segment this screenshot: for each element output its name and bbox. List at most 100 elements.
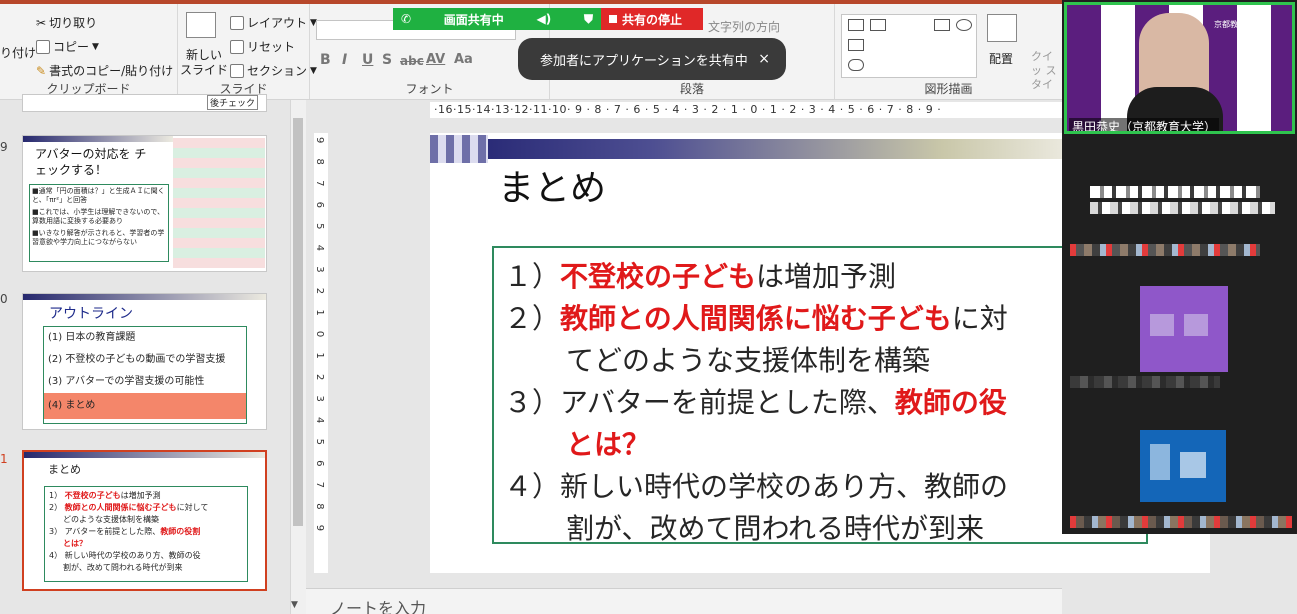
list-number: １） [504,260,561,293]
char-spacing-button[interactable]: AV [426,52,445,67]
slide-thumbnail-8[interactable]: 後チェック [22,94,267,112]
thumb9-bullet: ■通常「円の面積は？」と生成ＡＩに聞くと、「πr²」と回答 [32,187,165,204]
blurred-participant-name [1090,186,1260,198]
layout-label: レイアウト [247,16,308,30]
thumb11-red-text: 教師の役割 [160,527,201,536]
copy-label: コピー [53,40,90,54]
paste-label: り付け [0,46,37,60]
share-notification: 参加者にアプリケーションを共有中 × [518,38,786,80]
phone-icon[interactable]: ✆ [401,12,411,26]
oval-shape-icon[interactable] [956,19,972,31]
arrange-label: 配置 [989,52,1014,66]
participant-video-panel: 京都教育大学 黒田恭史（京都教育大学） [1062,0,1297,534]
drawing-label: 図形描画 [924,82,973,96]
reset-icon [230,39,244,54]
vertical-ruler: 9 8 7 6 5 4 3 2 1 0 1 2 3 4 5 6 7 8 9 [314,133,328,573]
vertical-textbox-shape-icon[interactable] [870,19,886,31]
shadow-button[interactable]: S [382,52,392,68]
outline-item: (3) アバターでの学習支援の可能性 [48,376,205,387]
blurred-participant-label [1070,376,1220,388]
format-painter-label: 書式のコピー/貼り付け [49,64,174,78]
chevron-down-icon: ▼ [92,41,99,52]
slide-content-box[interactable]: １）不登校の子どもは増加予測 ２）教師との人間関係に悩む子どもに対 てどのような… [492,246,1148,545]
active-speaker-video[interactable]: 京都教育大学 黒田恭史（京都教育大学） [1064,2,1295,134]
slide-number-9: 9 [0,140,8,154]
thumb11-text: どのような支援体制を構築 [63,515,159,524]
rounded-rect-shape-icon[interactable] [848,39,864,51]
freeform-shape-icon[interactable] [848,59,864,71]
layout-icon [230,15,244,30]
thumb9-body: ■通常「円の面積は？」と生成ＡＩに聞くと、「πr²」と回答 ■これでは、小学生は… [29,184,169,262]
avatar-pixel [1180,452,1206,478]
underline-button[interactable]: U [362,52,373,68]
section-button[interactable]: セクション ▼ [230,62,317,79]
copy-button[interactable]: コピー ▼ [36,38,99,55]
font-label: フォント [405,82,454,96]
section-icon [230,63,244,78]
scissors-icon: ✂ [36,15,47,30]
slide-gradient-bar [430,139,1070,159]
stop-share-button[interactable]: 共有の停止 [601,8,703,30]
list-number: ２） [504,302,561,335]
thumb-gradient-bar [24,452,265,458]
paragraph-label: 段落 [679,82,704,96]
thumb11-red-text: 教師との人間関係に悩む子ども [64,503,177,512]
new-slide-button[interactable]: 新しい スライド [180,48,228,78]
emphasis-text: 教師の役 [894,386,1007,419]
notes-placeholder[interactable]: ノートを入力 [306,589,1062,614]
thumb11-text: 2） [49,503,65,512]
reset-button[interactable]: リセット [230,38,295,55]
rectangle-shape-icon[interactable] [934,19,950,31]
outline-item-highlighted: (4) まとめ [44,393,246,419]
thumb11-text: に対して [176,503,209,512]
thumb11-text: 3） アバターを前提とした際、 [49,527,161,536]
bold-button[interactable]: B [320,52,331,68]
shield-icon: ⛊ [583,11,593,26]
layout-button[interactable]: レイアウト ▼ [230,14,317,31]
thumb10-outline-box: (1) 日本の教育課題 (2) 不登校の子どもの動画での学習支援 (3) アバタ… [43,326,247,424]
share-status[interactable]: ✆ 画面共有中 ◀) ⛊ [393,8,601,30]
mic-icon[interactable]: ◀) [537,12,552,26]
thumb11-text: 割が、改めて問われる時代が到来 [63,563,183,572]
change-case-button[interactable]: Aa [454,52,473,67]
vertical-ruler-ticks: 9 8 7 6 5 4 3 2 1 0 1 2 3 4 5 6 7 8 9 [314,137,325,538]
text-direction-button[interactable]: 文字列の方向 [708,18,780,35]
strikethrough-button[interactable]: abc [400,54,424,68]
clipboard-group: り付け ✂ 切り取り コピー ▼ ✎ 書式のコピー/貼り付け クリップボード [0,4,178,99]
paste-button[interactable]: り付け [0,44,36,61]
new-slide-icon [186,12,216,38]
slide-thumbnail-pane: 後チェック 9 アバターの対応を チェックする！ ■通常「円の面積は？」と生成Ａ… [0,94,290,614]
participant-avatar[interactable] [1140,286,1228,372]
notes-pane[interactable]: ノートを入力 [306,588,1062,614]
slide-thumbnail-9[interactable]: アバターの対応を チェックする！ ■通常「円の面積は？」と生成ＡＩに聞くと、「π… [22,135,267,272]
thumb11-red-text: 不登校の子ども [64,491,121,500]
blurred-participant-name [1090,202,1275,214]
thumb11-red-text: とは？ [63,539,87,548]
cut-button[interactable]: ✂ 切り取り [36,14,97,31]
italic-button[interactable]: I [342,52,347,68]
thumb10-title: アウトライン [49,306,133,322]
slide-number-11: 1 [0,452,8,466]
thumb9-bullet: ■いきなり解答が示されると、学習者の学習意欲や学力向上につながらない [32,229,165,246]
close-icon[interactable]: × [758,51,770,67]
participant-avatar[interactable] [1140,430,1226,502]
blurred-participant-label [1070,244,1260,256]
thumb9-bullet: ■これでは、小学生は理解できないので、算数用語に変換する必要あり [32,208,165,225]
slide-title[interactable]: まとめ [498,159,606,211]
shapes-gallery[interactable] [841,14,977,78]
arrange-button[interactable]: 配置 [989,50,1013,67]
textbox-shape-icon[interactable] [848,19,864,31]
slide-thumbnail-10[interactable]: アウトライン (1) 日本の教育課題 (2) 不登校の子どもの動画での学習支援 … [22,293,267,430]
slide-thumbnail-11-selected[interactable]: まとめ 1） 不登校の子どもは増加予測 2） 教師との人間関係に悩む子どもに対し… [22,450,267,591]
thumbnail-scrollbar-thumb[interactable] [293,118,303,526]
scroll-down-icon[interactable]: ▼ [291,600,298,610]
format-painter-button[interactable]: ✎ 書式のコピー/貼り付け [36,62,173,79]
copy-icon [36,39,50,54]
share-status-label: 画面共有中 [443,12,504,27]
section-label: セクション [247,64,308,78]
avatar-pixel [1150,444,1170,480]
stop-icon [609,15,617,23]
drawing-group: 配置 クイッ スタイ 図形描画 [835,4,1062,99]
list-number: ３） [504,386,561,419]
outline-item: (1) 日本の教育課題 [48,332,136,343]
